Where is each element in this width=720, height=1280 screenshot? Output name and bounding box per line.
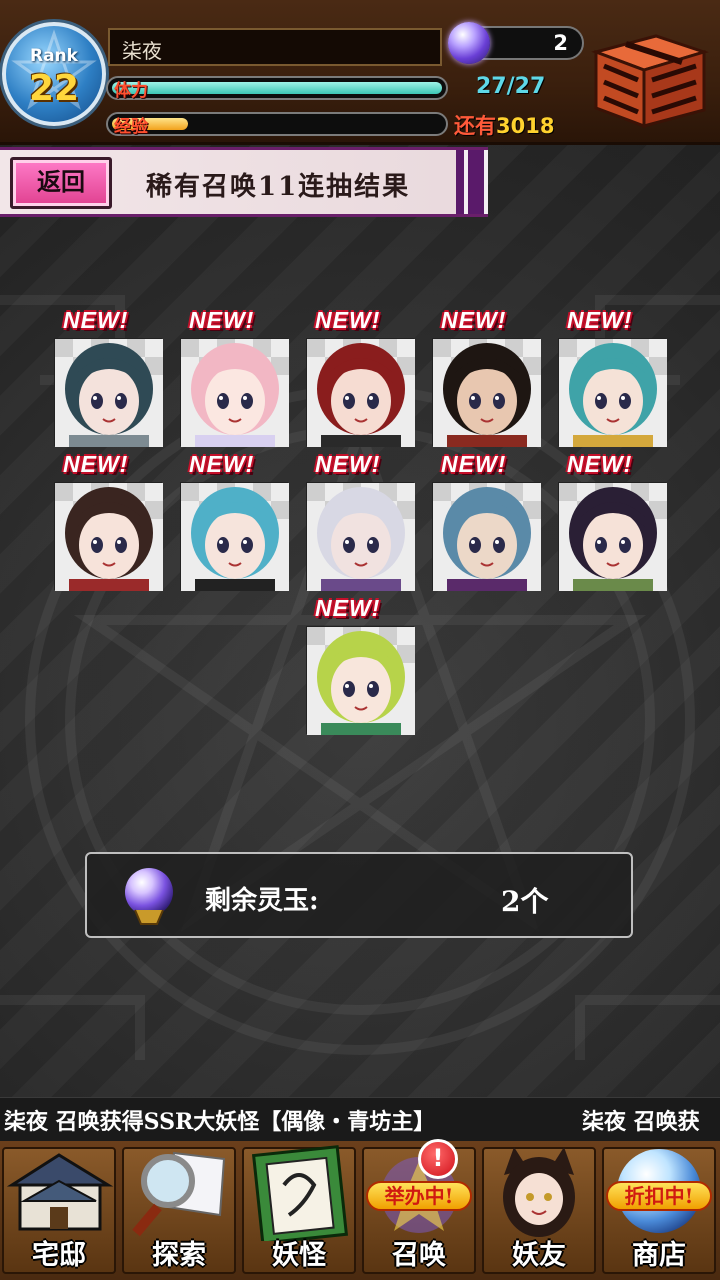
- new-badge: NEW!: [315, 451, 381, 477]
- result-card-6[interactable]: NEW!: [54, 451, 163, 591]
- result-card-8[interactable]: NEW!: [306, 451, 415, 591]
- nav-label-mansion: 宅邸: [32, 1240, 86, 1271]
- spirit-orb-icon: [125, 868, 173, 925]
- character-portrait: [559, 339, 667, 447]
- character-portrait: [55, 339, 163, 447]
- title-banner: 返回 稀有召唤11连抽结果: [0, 147, 488, 217]
- nav-friends[interactable]: 妖友: [480, 1145, 598, 1276]
- exp-remaining-value: 3018: [496, 114, 555, 138]
- nav-explore[interactable]: 探索: [120, 1145, 238, 1276]
- new-badge: NEW!: [63, 451, 129, 477]
- new-badge: NEW!: [189, 307, 255, 333]
- nav-summon[interactable]: 举办中! ! 召唤: [360, 1139, 478, 1276]
- character-portrait: [181, 483, 289, 591]
- character-portrait: [307, 483, 415, 591]
- nav-mansion[interactable]: 宅邸: [0, 1145, 118, 1276]
- new-badge: NEW!: [315, 595, 381, 621]
- friend-girl-icon: [503, 1147, 575, 1237]
- present-box-icon: [591, 34, 709, 129]
- remaining-value: 2个: [501, 885, 549, 918]
- magnifier-map-icon: [132, 1151, 226, 1237]
- result-card-7[interactable]: NEW!: [180, 451, 289, 591]
- result-card-3[interactable]: NEW!: [306, 307, 415, 447]
- character-portrait: [433, 339, 541, 447]
- new-badge: NEW!: [441, 451, 507, 477]
- exp-bar: 经验: [106, 112, 448, 137]
- exp-label: 经验: [114, 117, 148, 137]
- stamina-bar: 体力: [106, 76, 448, 101]
- new-badge: NEW!: [315, 307, 381, 333]
- result-card-10[interactable]: NEW!: [558, 451, 667, 591]
- new-badge: NEW!: [189, 451, 255, 477]
- spirit-orb-icon: [448, 22, 490, 64]
- nav-label-shop: 商店: [632, 1240, 686, 1271]
- nav-youkai[interactable]: 妖怪: [240, 1145, 358, 1276]
- nav-label-youkai: 妖怪: [272, 1240, 326, 1271]
- new-badge: NEW!: [63, 307, 129, 333]
- player-status-bar: Rank 22 柒夜 体力 27/27 经验 还有3018 2: [0, 0, 720, 145]
- announcement-ticker: 柒夜 召唤获得SSR大妖怪【偶像・青坊主】 柒夜 召唤获: [0, 1097, 720, 1141]
- rank-badge[interactable]: Rank 22: [2, 22, 106, 126]
- mansion-icon: [6, 1153, 114, 1231]
- result-card-9[interactable]: NEW!: [432, 451, 541, 591]
- scroll-icon: [251, 1145, 349, 1241]
- rank-value: 22: [28, 68, 80, 109]
- nav-label-explore: 探索: [152, 1240, 206, 1271]
- stamina-value: 27/27: [476, 74, 546, 99]
- back-button[interactable]: 返回: [10, 157, 112, 209]
- exp-remaining: 还有3018: [454, 110, 554, 140]
- new-badge: NEW!: [567, 307, 633, 333]
- result-card-1[interactable]: NEW!: [54, 307, 163, 447]
- player-name: 柒夜: [108, 28, 442, 66]
- shop-sale-badge: 折扣中!: [606, 1181, 712, 1211]
- result-card-2[interactable]: NEW!: [180, 307, 289, 447]
- stamina-label: 体力: [114, 81, 148, 101]
- summon-event-badge: 举办中!: [366, 1181, 472, 1211]
- rank-label: Rank: [30, 46, 78, 66]
- nav-label-friends: 妖友: [512, 1240, 566, 1271]
- ticker-message: 柒夜 召唤获得SSR大妖怪【偶像・青坊主】: [4, 1109, 436, 1135]
- new-badge: NEW!: [567, 451, 633, 477]
- character-portrait: [55, 483, 163, 591]
- nav-label-summon: 召唤: [392, 1240, 446, 1271]
- new-badge: NEW!: [441, 307, 507, 333]
- bottom-navigation: 宅邸 探索 妖怪 举办中! ! 召唤 妖友 折扣中! 商店: [0, 1139, 720, 1280]
- exp-remaining-prefix: 还有: [454, 114, 496, 138]
- result-card-4[interactable]: NEW!: [432, 307, 541, 447]
- page-title: 稀有召唤11连抽结果: [146, 172, 411, 202]
- banner-stripes: [456, 150, 488, 214]
- result-card-11[interactable]: NEW!: [306, 595, 415, 735]
- stamina-fill: [112, 82, 442, 94]
- present-box-button[interactable]: [586, 22, 712, 130]
- summon-alert-badge: !: [418, 1139, 458, 1179]
- character-portrait: [433, 483, 541, 591]
- character-portrait: [307, 339, 415, 447]
- remaining-orbs-panel: 剩余灵玉: 2个: [85, 852, 633, 938]
- character-portrait: [181, 339, 289, 447]
- orb-counter[interactable]: 2: [448, 22, 584, 64]
- result-card-5[interactable]: NEW!: [558, 307, 667, 447]
- character-portrait: [307, 627, 415, 735]
- character-portrait: [559, 483, 667, 591]
- nav-shop[interactable]: 折扣中! 商店: [600, 1145, 718, 1276]
- ticker-message-repeat: 柒夜 召唤获: [582, 1109, 700, 1135]
- remaining-label: 剩余灵玉:: [205, 886, 319, 916]
- orb-count: 2: [553, 31, 568, 55]
